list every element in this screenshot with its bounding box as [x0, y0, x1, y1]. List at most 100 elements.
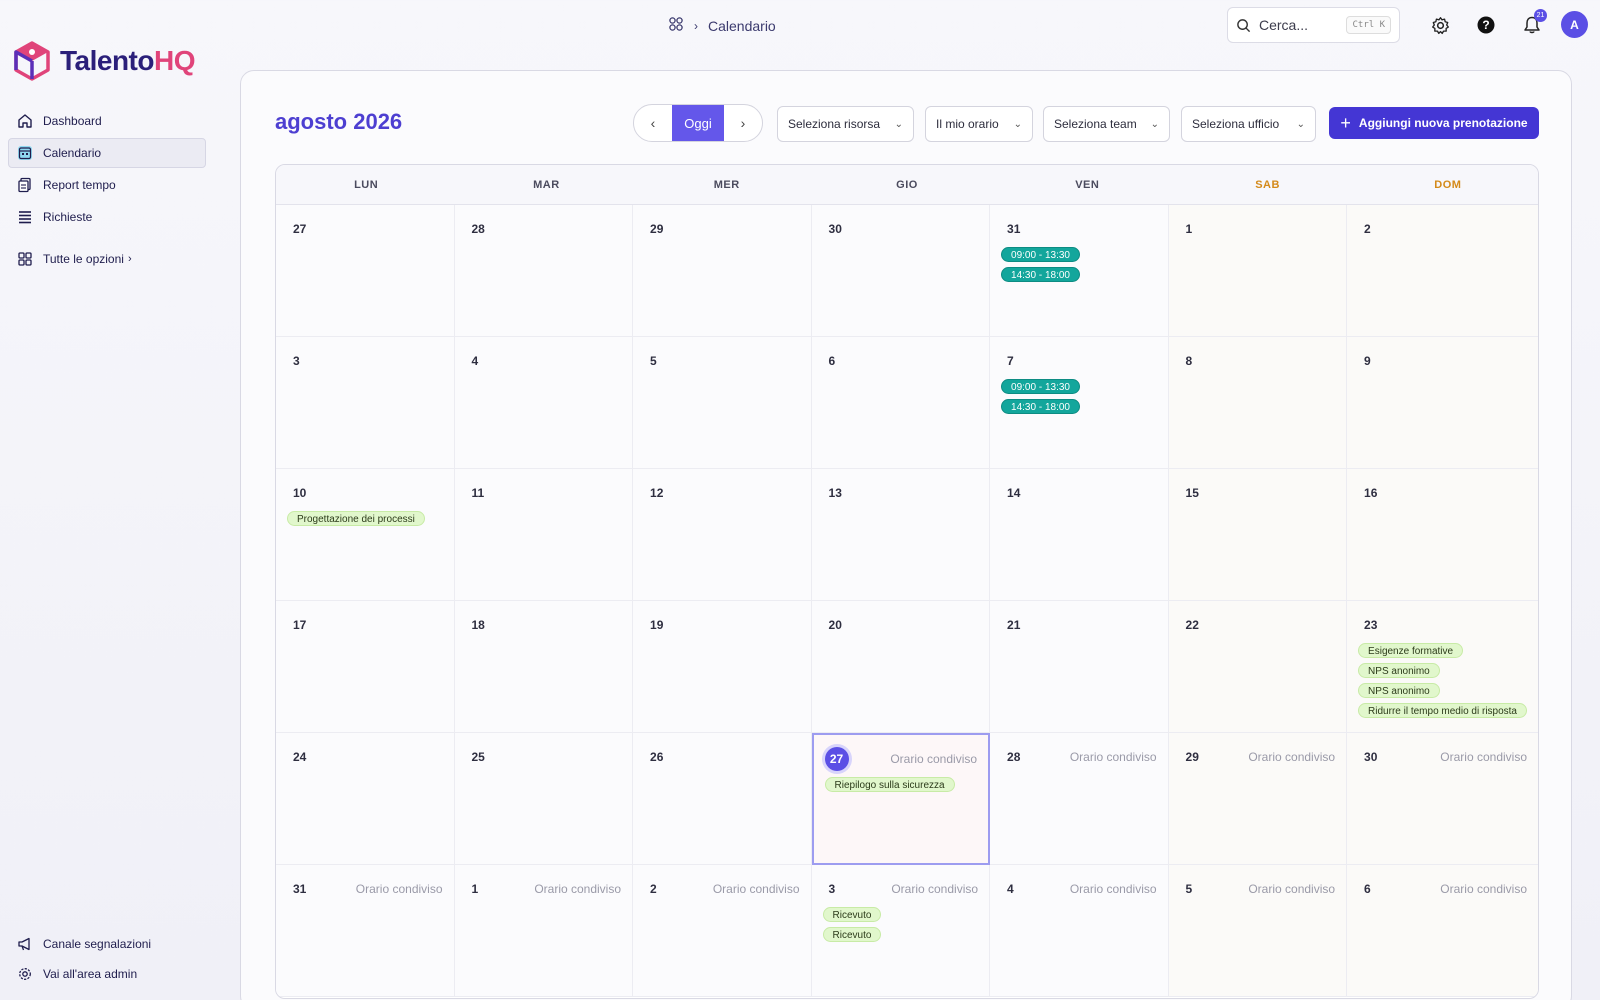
sidebar-item-report-tempo[interactable]: Report tempo: [8, 170, 206, 200]
calendar-day[interactable]: 6 Orario condiviso: [1347, 865, 1538, 997]
add-booking-label: Aggiungi nuova prenotazione: [1358, 116, 1528, 130]
calendar-day[interactable]: 27: [276, 205, 455, 337]
time-slot-event[interactable]: 14:30 - 18:00: [1001, 399, 1080, 414]
day-events: Riepilogo sulla sicurezza: [824, 777, 978, 792]
calendar-day[interactable]: 19: [633, 601, 812, 733]
calendar-event[interactable]: Ricevuto: [822, 927, 882, 942]
day-events: 09:00 - 13:30 14:30 - 18:00: [1001, 247, 1157, 282]
avatar[interactable]: A: [1561, 11, 1588, 38]
calendar-day[interactable]: 3: [276, 337, 455, 469]
calendar-day[interactable]: 26: [633, 733, 812, 865]
calendar-day[interactable]: 1: [1168, 205, 1348, 337]
sidebar-item-richieste[interactable]: Richieste: [8, 202, 206, 232]
megaphone-icon: [17, 936, 33, 952]
calendar-day[interactable]: 9: [1347, 337, 1538, 469]
calendar-day[interactable]: 30 Orario condiviso: [1347, 733, 1538, 865]
calendar-day[interactable]: 4: [454, 337, 634, 469]
calendar-event[interactable]: Ricevuto: [822, 907, 882, 922]
office-select[interactable]: Seleziona ufficio ⌄: [1181, 106, 1316, 142]
day-header: 25: [466, 749, 622, 765]
calendar-day[interactable]: 17: [276, 601, 455, 733]
day-number: 21: [1007, 618, 1021, 632]
add-booking-button[interactable]: + Aggiungi nuova prenotazione: [1329, 107, 1539, 139]
calendar-day-today[interactable]: 27 Orario condiviso Riepilogo sulla sicure…: [811, 733, 991, 865]
calendar-day[interactable]: 24: [276, 733, 455, 865]
calendar-day[interactable]: 25: [454, 733, 634, 865]
calendar-day[interactable]: 12: [633, 469, 812, 601]
day-header: 21: [1001, 617, 1157, 633]
schedule-select[interactable]: Il mio orario ⌄: [925, 106, 1033, 142]
calendar-day[interactable]: 10 Progettazione dei processi: [276, 469, 455, 601]
sidebar-item-dashboard[interactable]: Dashboard: [8, 106, 206, 136]
sidebar-item-admin[interactable]: Vai all'area admin: [8, 960, 206, 988]
calendar-day[interactable]: 23 Esigenze formative NPS anonimo NPS anoni…: [1347, 601, 1538, 733]
calendar-day[interactable]: 28: [454, 205, 634, 337]
office-select-label: Seleziona ufficio: [1192, 117, 1280, 131]
sidebar-bottom-nav: Canale segnalazioni Vai all'area admin: [8, 930, 206, 990]
calendar-day[interactable]: 8: [1168, 337, 1348, 469]
calendar-day[interactable]: 18: [454, 601, 634, 733]
day-number: 5: [650, 354, 657, 368]
calendar-day[interactable]: 5: [633, 337, 812, 469]
calendar-day[interactable]: 2 Orario condiviso: [633, 865, 812, 997]
notifications-button[interactable]: 21: [1519, 9, 1547, 38]
calendar-day[interactable]: 15: [1168, 469, 1348, 601]
time-slot-event[interactable]: 09:00 - 13:30: [1001, 379, 1080, 394]
calendar-day[interactable]: 20: [811, 601, 991, 733]
calendar-day[interactable]: 11: [454, 469, 634, 601]
apps-grid-icon[interactable]: [668, 16, 684, 35]
calendar-day[interactable]: 2: [1347, 205, 1538, 337]
calendar-day[interactable]: 16: [1347, 469, 1538, 601]
next-month-button[interactable]: ›: [724, 105, 762, 141]
month-calendar: LUN MAR MER GIO VEN SAB DOM 27 28 29 30 31 09…: [275, 164, 1539, 999]
calendar-day[interactable]: 6: [811, 337, 991, 469]
calendar-day[interactable]: 7 09:00 - 13:30 14:30 - 18:00: [990, 337, 1169, 469]
sidebar-item-canale-segnalazioni[interactable]: Canale segnalazioni: [8, 930, 206, 958]
calendar-event[interactable]: Riepilogo sulla sicurezza: [824, 777, 955, 792]
calendar-day[interactable]: 22: [1168, 601, 1348, 733]
calendar-day[interactable]: 29 Orario condiviso: [1168, 733, 1348, 865]
help-button[interactable]: ?: [1473, 12, 1499, 38]
team-select[interactable]: Seleziona team ⌄: [1043, 106, 1170, 142]
day-header: 1: [1180, 221, 1336, 237]
time-slot-event[interactable]: 14:30 - 18:00: [1001, 267, 1080, 282]
today-button[interactable]: Oggi: [672, 105, 724, 141]
calendar-day[interactable]: 21: [990, 601, 1169, 733]
day-header: 28: [466, 221, 622, 237]
calendar-event[interactable]: NPS anonimo: [1358, 663, 1440, 678]
calendar-day[interactable]: 28 Orario condiviso: [990, 733, 1169, 865]
main-panel: agosto 2026 ‹ Oggi › Seleziona risorsa ⌄ …: [240, 70, 1572, 1000]
grid-icon: [17, 251, 33, 267]
time-slot-event[interactable]: 09:00 - 13:30: [1001, 247, 1080, 262]
calendar-day[interactable]: 31 09:00 - 13:30 14:30 - 18:00: [990, 205, 1169, 337]
settings-button[interactable]: [1427, 12, 1453, 38]
previous-month-button[interactable]: ‹: [634, 105, 672, 141]
search-input[interactable]: Cerca... Ctrl K: [1227, 7, 1400, 43]
day-header: 12: [644, 485, 800, 501]
sidebar-item-tutte-le-opzioni[interactable]: Tutte le opzioni ›: [8, 244, 206, 274]
calendar-day[interactable]: 13: [811, 469, 991, 601]
calendar-event[interactable]: Esigenze formative: [1358, 643, 1464, 658]
calendar-event[interactable]: NPS anonimo: [1358, 683, 1440, 698]
calendar-event[interactable]: Ridurre il tempo medio di risposta: [1358, 703, 1527, 718]
weekday-label: VEN: [1075, 178, 1100, 191]
chevron-down-icon: ⌄: [894, 118, 903, 130]
logo-text-main: Talento: [60, 45, 154, 76]
page-title: agosto 2026: [275, 109, 403, 134]
calendar-event[interactable]: Progettazione dei processi: [287, 511, 425, 526]
logo[interactable]: TalentoHQ: [12, 40, 195, 82]
day-header: 28 Orario condiviso: [1001, 749, 1157, 765]
calendar-day[interactable]: 29: [633, 205, 812, 337]
calendar-day[interactable]: 31 Orario condiviso: [276, 865, 455, 997]
sidebar-item-calendario[interactable]: Calendario: [8, 138, 206, 168]
day-header: 8: [1180, 353, 1336, 369]
calendar-day[interactable]: 30: [811, 205, 991, 337]
day-number: 20: [828, 618, 842, 632]
resource-select[interactable]: Seleziona risorsa ⌄: [777, 106, 914, 142]
day-header: 2: [1358, 221, 1527, 237]
calendar-day[interactable]: 14: [990, 469, 1169, 601]
calendar-day[interactable]: 3 Orario condiviso Ricevuto Ricevuto: [811, 865, 991, 997]
calendar-day[interactable]: 5 Orario condiviso: [1168, 865, 1348, 997]
calendar-day[interactable]: 4 Orario condiviso: [990, 865, 1169, 997]
calendar-day[interactable]: 1 Orario condiviso: [454, 865, 634, 997]
